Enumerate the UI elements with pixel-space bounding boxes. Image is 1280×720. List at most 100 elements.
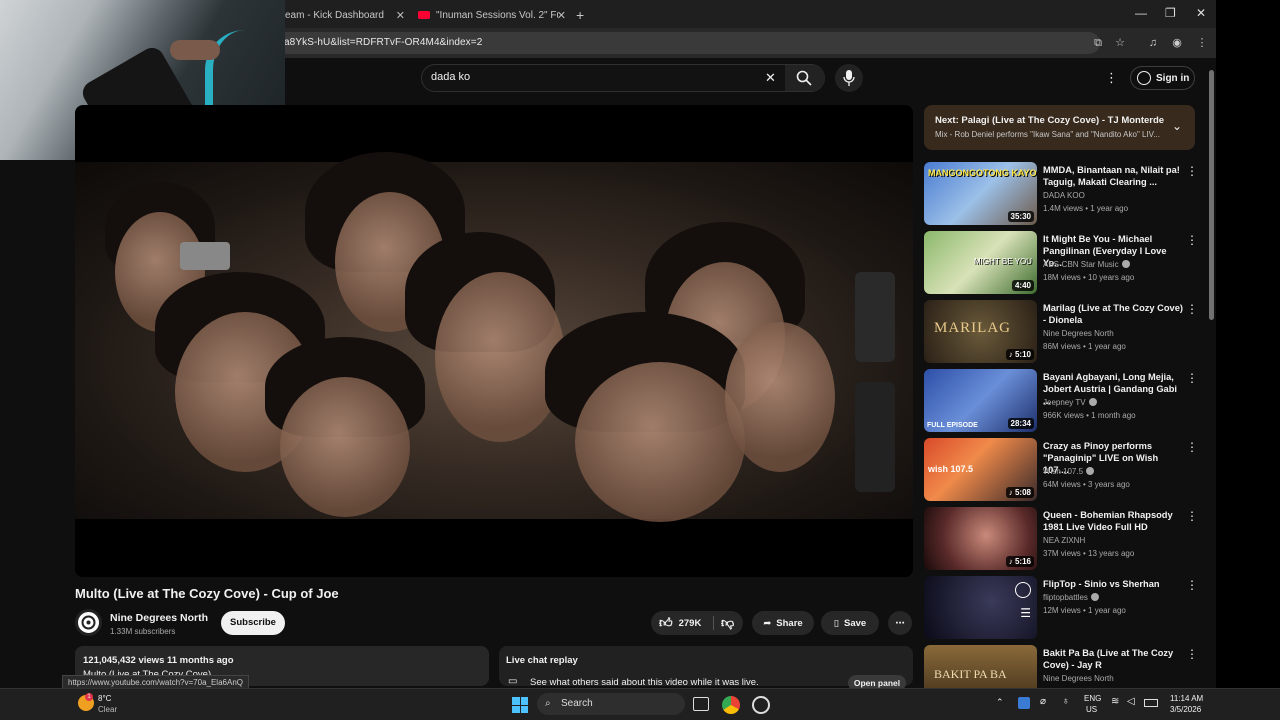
youtube-favicon-icon xyxy=(418,11,430,19)
duration-badge: ♪ 5:10 xyxy=(1005,349,1034,360)
video-player[interactable] xyxy=(75,105,913,577)
video-thumbnail[interactable]: ♪ 5:16 xyxy=(924,507,1037,570)
chrome-menu-icon[interactable]: ⋮ xyxy=(1195,36,1209,50)
next-subtitle: Mix - Rob Deniel performs "Ikaw Sana" an… xyxy=(935,130,1160,139)
clear-search-icon[interactable]: ✕ xyxy=(765,70,776,86)
language-indicator[interactable]: ENG xyxy=(1084,694,1101,703)
bookmark-star-icon[interactable]: ☆ xyxy=(1113,36,1127,50)
account-icon xyxy=(1137,71,1151,85)
url-text[interactable]: a8YkS-hU&list=RDFRTvF-OR4M4&index=2 xyxy=(284,37,482,48)
recommendation-item[interactable]: ♪ 5:16 Queen - Bohemian Rhapsody 1981 Li… xyxy=(924,507,1214,570)
more-options-icon[interactable]: ⋮ xyxy=(1186,233,1198,247)
settings-kebab-icon[interactable]: ⋮ xyxy=(1105,70,1118,86)
obs-taskbar-icon[interactable] xyxy=(752,696,770,714)
weather-temp[interactable]: 8°C xyxy=(98,694,111,703)
search-icon: ⌕ xyxy=(545,698,551,709)
new-tab-button[interactable]: + xyxy=(576,3,590,27)
close-tab-icon[interactable]: ✕ xyxy=(557,9,566,22)
tray-app-icon[interactable] xyxy=(1018,697,1030,709)
profile-icon[interactable]: ◉ xyxy=(1170,36,1184,50)
media-control-icon[interactable]: ♫ xyxy=(1146,36,1160,50)
watch-later-icon[interactable] xyxy=(1015,582,1031,598)
clock-time[interactable]: 11:14 AM xyxy=(1170,694,1203,703)
duration-badge: 28:34 xyxy=(1007,418,1034,429)
recommendation-item[interactable]: ☰ FlipTop - Sinio vs Sherhan fliptopbatt… xyxy=(924,576,1214,639)
video-thumbnail[interactable]: FULL EPISODE 28:34 xyxy=(924,369,1037,432)
recommendation-title: Bakit Pa Ba (Live at The Cozy Cove) - Ja… xyxy=(1043,648,1174,670)
more-options-icon[interactable]: ⋮ xyxy=(1186,578,1198,592)
recommendation-channel[interactable]: fliptopbattles xyxy=(1043,593,1099,602)
channel-name[interactable]: Nine Degrees North xyxy=(110,612,208,624)
recommendation-item[interactable]: MARILAG ♪ 5:10 Marilag (Live at The Cozy… xyxy=(924,300,1214,363)
subscribe-button[interactable]: Subscribe xyxy=(221,611,285,635)
volume-icon[interactable]: ◁ xyxy=(1127,696,1135,707)
recommendation-title: Marilag (Live at The Cozy Cove) - Dionel… xyxy=(1043,303,1183,325)
taskbar-search[interactable]: ⌕ Search xyxy=(537,693,685,715)
save-button[interactable]: ▯ Save xyxy=(821,611,879,635)
voice-search-button[interactable] xyxy=(835,64,863,92)
add-to-queue-icon[interactable]: ☰ xyxy=(1020,606,1031,620)
recommendation-channel[interactable]: Nine Degrees North xyxy=(1043,329,1114,338)
recommendation-channel[interactable]: Jeepney TV xyxy=(1043,398,1097,407)
close-tab-icon[interactable]: ✕ xyxy=(396,9,405,22)
chrome-taskbar-icon[interactable] xyxy=(722,696,740,714)
recommendation-item[interactable]: BAKIT PA BA Bakit Pa Ba (Live at The Coz… xyxy=(924,645,1214,688)
thumbs-up-icon: 👍︎ xyxy=(659,615,673,630)
channel-avatar[interactable] xyxy=(75,609,102,636)
tab-kick-dashboard[interactable]: eam - Kick Dashboard ✕ xyxy=(285,3,405,27)
wifi-icon[interactable]: ≋ xyxy=(1111,696,1119,707)
tab-inuman-sessions[interactable]: "Inuman Sessions Vol. 2" Full C ✕ xyxy=(418,3,566,27)
more-options-icon[interactable]: ⋮ xyxy=(1186,647,1198,661)
live-chat-replay-box: Live chat replay ▭ See what others said … xyxy=(499,646,913,691)
more-options-icon[interactable]: ⋮ xyxy=(1186,440,1198,454)
recommendation-item[interactable]: wish 107.5 ♪ 5:08 Crazy as Pinoy perform… xyxy=(924,438,1214,501)
recommendation-channel[interactable]: Nine Degrees North xyxy=(1043,674,1114,683)
thumbs-down-icon[interactable]: 👎︎ xyxy=(721,615,734,631)
install-app-icon[interactable]: ⧉ xyxy=(1091,36,1105,50)
recommendation-item[interactable]: MANGONGOTONG KAYO! 35:30 MMDA, Binantaan… xyxy=(924,162,1214,225)
sign-in-button[interactable]: Sign in xyxy=(1130,66,1195,90)
maximize-icon[interactable]: ❐ xyxy=(1165,6,1176,20)
more-options-icon[interactable]: ⋮ xyxy=(1186,302,1198,316)
sign-in-label: Sign in xyxy=(1156,73,1190,84)
recommendation-item[interactable]: MIGHT BE YOU 4:40 It Might Be You - Mich… xyxy=(924,231,1214,294)
video-thumbnail[interactable]: MARILAG ♪ 5:10 xyxy=(924,300,1037,363)
like-button[interactable]: 👍︎ 279K xyxy=(659,615,701,631)
search-button[interactable] xyxy=(785,65,825,91)
video-thumbnail[interactable]: BAKIT PA BA xyxy=(924,645,1037,688)
next-up-panel[interactable]: Next: Palagi (Live at The Cozy Cove) - T… xyxy=(924,105,1195,150)
recommendation-title: MMDA, Binantaan na, Nilait pa! Taguig, M… xyxy=(1043,165,1180,187)
recommendation-item[interactable]: FULL EPISODE 28:34 Bayani Agbayani, Long… xyxy=(924,369,1214,432)
chevron-up-icon[interactable]: ⌃ xyxy=(996,697,1004,708)
task-view-icon[interactable] xyxy=(693,697,709,711)
recommendation-channel[interactable]: DADA KOO xyxy=(1043,191,1085,200)
battery-icon[interactable] xyxy=(1144,699,1158,707)
chevron-down-icon[interactable]: ⌄ xyxy=(1172,119,1182,133)
recommendation-channel[interactable]: Wish 107.5 xyxy=(1043,467,1095,476)
video-title: Multo (Live at The Cozy Cove) - Cup of J… xyxy=(75,586,339,601)
share-button[interactable]: ➦ Share xyxy=(752,611,814,635)
verified-icon xyxy=(1121,260,1130,268)
search-input[interactable]: dada ko xyxy=(431,71,470,83)
recommendation-channel[interactable]: NEA ZIXNH xyxy=(1043,536,1085,545)
video-thumbnail[interactable]: MANGONGOTONG KAYO! 35:30 xyxy=(924,162,1037,225)
close-window-icon[interactable]: ✕ xyxy=(1196,6,1206,20)
minimize-icon[interactable]: — xyxy=(1135,6,1147,20)
video-thumbnail[interactable]: MIGHT BE YOU 4:40 xyxy=(924,231,1037,294)
more-actions-icon[interactable]: ⋯ xyxy=(888,611,912,635)
recommendation-channel[interactable]: ABS-CBN Star Music xyxy=(1043,260,1130,269)
weather-desc: Clear xyxy=(98,705,118,714)
tray-mic-icon[interactable]: ♁ xyxy=(1062,696,1070,707)
more-options-icon[interactable]: ⋮ xyxy=(1186,509,1198,523)
windows-start-icon[interactable] xyxy=(512,697,528,713)
tray-network-icon[interactable]: ⌀ xyxy=(1040,696,1046,707)
thumbnail-text: BAKIT PA BA xyxy=(934,667,1007,681)
more-options-icon[interactable]: ⋮ xyxy=(1186,164,1198,178)
video-thumbnail[interactable]: ☰ xyxy=(924,576,1037,639)
screen-margin xyxy=(1216,0,1280,688)
video-thumbnail[interactable]: wish 107.5 ♪ 5:08 xyxy=(924,438,1037,501)
scrollbar-thumb[interactable] xyxy=(1209,70,1214,320)
notification-badge: 1 xyxy=(85,693,93,701)
clock-date[interactable]: 3/5/2026 xyxy=(1170,705,1201,714)
more-options-icon[interactable]: ⋮ xyxy=(1186,371,1198,385)
